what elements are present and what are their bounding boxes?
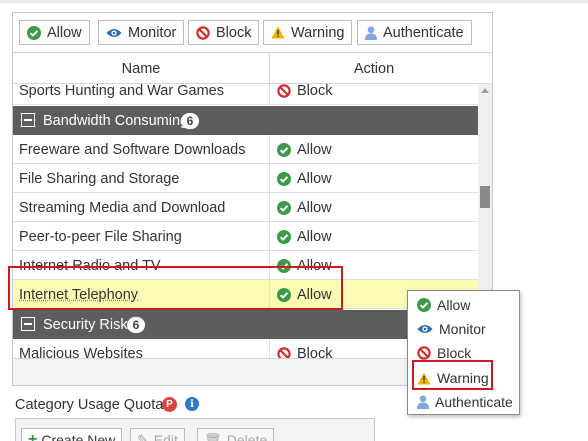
group-label: Bandwidth Consuming (43, 112, 189, 129)
user-icon (365, 26, 377, 40)
quota-toolbar: + Create New ✎ Edit 🗑 Delete (15, 418, 375, 441)
allow-button-label: Allow (47, 24, 82, 41)
check-circle-icon (417, 298, 431, 312)
row-name: Peer-to-peer File Sharing (19, 228, 182, 245)
menu-item-label: Block (437, 345, 472, 361)
group-count-badge: 6 (127, 317, 145, 333)
block-button[interactable]: Block (188, 20, 260, 45)
edit-label: Edit (153, 432, 178, 441)
pencil-icon: ✎ (137, 431, 149, 441)
group-count-badge: 6 (181, 113, 199, 129)
delete-button[interactable]: 🗑 Delete (197, 428, 275, 441)
row-action-label: Allow (297, 170, 332, 187)
action-dropdown-menu: Allow Monitor Block Warning Authenticate (407, 290, 520, 415)
callout-highlight-row (8, 266, 343, 310)
cell-divider (269, 222, 270, 251)
action-toolbar: Allow Monitor Block Warning Authenticate (13, 13, 492, 53)
collapse-icon[interactable] (21, 317, 35, 331)
cell-divider (269, 135, 270, 164)
callout-highlight-warning (412, 360, 493, 390)
check-circle-icon (277, 142, 291, 157)
delete-label: Delete (226, 432, 268, 441)
row-action[interactable]: Allow (277, 193, 332, 222)
row-name: Streaming Media and Download (19, 199, 226, 216)
collapse-icon[interactable] (21, 113, 35, 127)
eye-icon (417, 323, 433, 335)
check-circle-icon (277, 171, 291, 186)
warning-icon (271, 26, 285, 39)
menu-item-allow[interactable]: Allow (408, 293, 519, 317)
warning-button[interactable]: Warning (263, 20, 353, 45)
block-button-label: Block (216, 24, 252, 41)
trash-icon: 🗑 (204, 431, 222, 441)
row-action[interactable]: Allow (277, 135, 332, 164)
category-usage-quota-label: Category Usage Quota (15, 397, 164, 413)
user-icon (417, 395, 429, 409)
menu-item-label: Monitor (439, 321, 486, 337)
table-row[interactable]: File Sharing and Storage Allow (13, 164, 478, 193)
check-circle-icon (277, 200, 291, 215)
group-label: Security Risk (43, 316, 128, 333)
cell-divider (269, 84, 270, 105)
eye-icon (106, 27, 122, 39)
block-icon (196, 25, 210, 40)
row-action-label: Block (297, 84, 333, 99)
column-header-name[interactable]: Name (13, 54, 269, 84)
group-header-bandwidth[interactable]: Bandwidth Consuming 6 (13, 106, 478, 135)
column-header-action[interactable]: Action (270, 54, 478, 84)
cell-divider (269, 339, 270, 358)
edit-button[interactable]: ✎ Edit (130, 428, 185, 441)
table-header: Name Action (13, 54, 492, 84)
check-circle-icon (27, 25, 41, 40)
row-name: Malicious Websites (19, 345, 143, 359)
cell-divider (269, 193, 270, 222)
block-icon (417, 346, 431, 360)
allow-button[interactable]: Allow (19, 20, 90, 45)
row-action[interactable]: Allow (277, 222, 332, 251)
p-badge-icon: P (162, 397, 177, 412)
plus-icon: + (28, 431, 38, 441)
authenticate-button[interactable]: Authenticate (357, 20, 472, 45)
top-strip (0, 0, 588, 3)
info-icon[interactable]: i (185, 397, 199, 411)
table-row[interactable]: Peer-to-peer File Sharing Allow (13, 222, 478, 251)
menu-item-authenticate[interactable]: Authenticate (408, 390, 519, 414)
row-action-label: Allow (297, 141, 332, 158)
menu-item-label: Authenticate (435, 394, 513, 410)
warning-button-label: Warning (291, 24, 345, 41)
scroll-up-arrow-icon[interactable] (481, 88, 489, 93)
table-row[interactable]: Streaming Media and Download Allow (13, 193, 478, 222)
row-name: Freeware and Software Downloads (19, 141, 246, 158)
menu-item-label: Allow (437, 297, 471, 313)
table-row[interactable]: Freeware and Software Downloads Allow (13, 135, 478, 164)
row-name: File Sharing and Storage (19, 170, 180, 187)
row-action-label: Block (297, 345, 333, 359)
scrollbar-thumb[interactable] (480, 186, 490, 208)
row-action-label: Allow (297, 228, 332, 245)
authenticate-button-label: Authenticate (383, 24, 464, 41)
menu-item-monitor[interactable]: Monitor (408, 317, 519, 341)
create-new-button[interactable]: + Create New (21, 428, 123, 441)
table-row[interactable]: Sports Hunting and War Games Block (13, 84, 478, 105)
row-action[interactable]: Allow (277, 164, 332, 193)
row-name: Sports Hunting and War Games (19, 84, 224, 99)
row-action[interactable]: Block (277, 84, 332, 105)
row-action[interactable]: Block (277, 339, 332, 358)
monitor-button-label: Monitor (128, 24, 177, 41)
check-circle-icon (277, 229, 291, 244)
block-icon (277, 346, 291, 358)
cell-divider (269, 164, 270, 193)
row-action-label: Allow (297, 199, 332, 216)
create-new-label: Create New (41, 432, 116, 441)
block-icon (277, 84, 291, 98)
monitor-button[interactable]: Monitor (98, 20, 185, 45)
